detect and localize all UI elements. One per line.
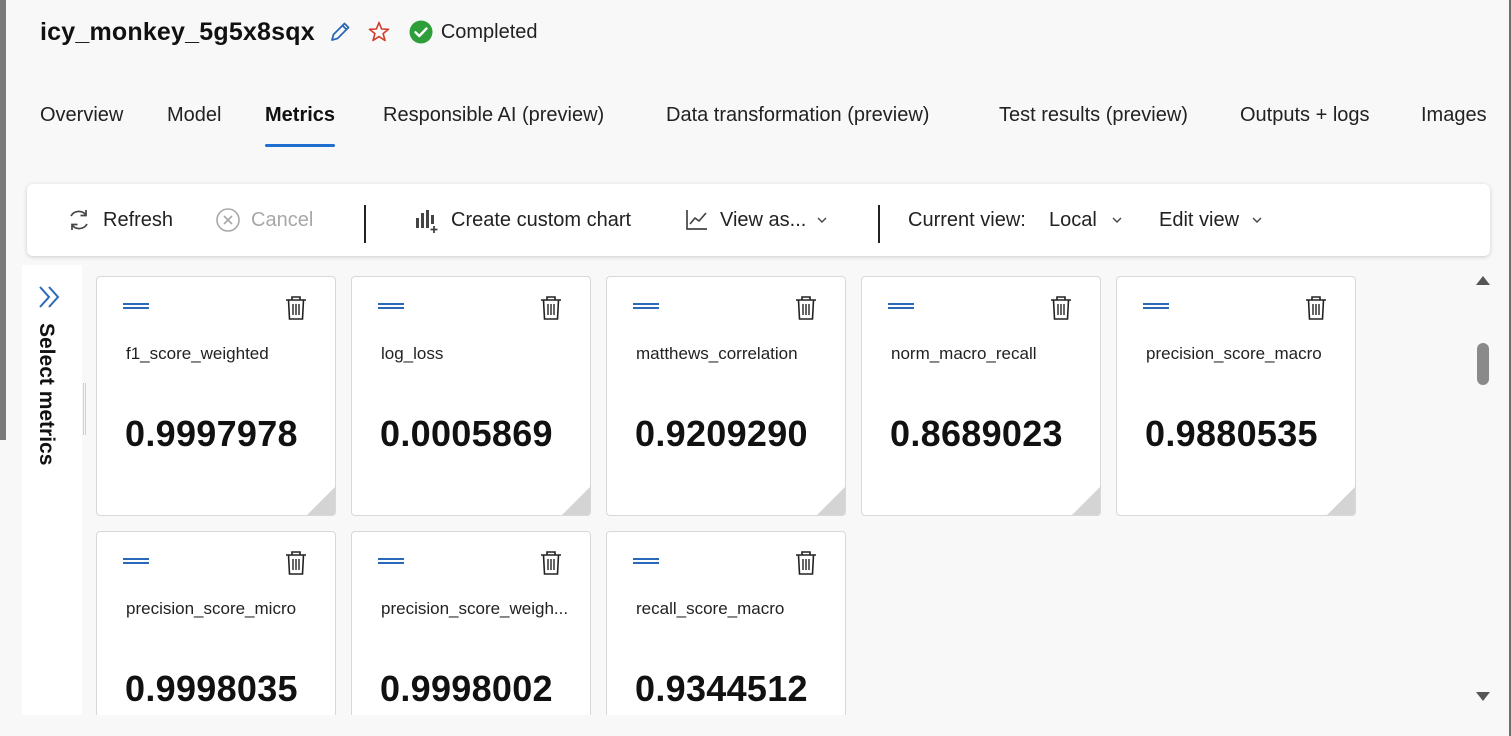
metric-card: matthews_correlation 0.9209290 [606, 276, 846, 516]
metric-value: 0.9998002 [380, 668, 553, 709]
metric-value: 0.0005869 [380, 413, 553, 454]
chevron-down-icon [816, 214, 828, 226]
tab-images[interactable]: Images [1421, 96, 1487, 148]
trash-icon[interactable] [1050, 295, 1072, 326]
metric-value: 0.9209290 [635, 413, 808, 454]
metric-value: 0.9997978 [125, 413, 298, 454]
current-view-dropdown[interactable]: Local [1049, 184, 1123, 256]
metric-card: norm_macro_recall 0.8689023 [861, 276, 1101, 516]
tab-test-results[interactable]: Test results (preview) [999, 96, 1188, 148]
current-view-label: Current view: [908, 208, 1026, 231]
trash-icon[interactable] [795, 295, 817, 326]
run-header: icy_monkey_5g5x8sqx Completed [40, 14, 538, 50]
metric-card: precision_score_macro 0.9880535 [1116, 276, 1356, 516]
refresh-label: Refresh [103, 208, 174, 231]
trash-icon[interactable] [540, 295, 562, 326]
card-resize-handle[interactable] [817, 487, 845, 515]
scrollbar-thumb[interactable] [1477, 343, 1489, 385]
trash-icon[interactable] [285, 550, 307, 581]
drag-handle-icon[interactable] [888, 303, 914, 309]
scroll-up-arrow-icon[interactable] [1475, 273, 1491, 291]
trash-icon[interactable] [1305, 295, 1327, 326]
refresh-button[interactable]: Refresh [65, 184, 173, 256]
current-view-value: Local [1049, 208, 1097, 231]
select-metrics-panel: Select metrics [22, 265, 82, 715]
drag-handle-icon[interactable] [123, 303, 149, 309]
toolbar-divider [364, 205, 366, 243]
create-custom-chart-button[interactable]: Create custom chart [413, 184, 631, 256]
tab-metrics[interactable]: Metrics [265, 96, 336, 148]
run-title: icy_monkey_5g5x8sqx [40, 17, 315, 46]
trash-icon[interactable] [540, 550, 562, 581]
double-chevron-right-icon[interactable] [36, 283, 64, 316]
select-metrics-label[interactable]: Select metrics [34, 323, 58, 465]
cancel-icon [215, 207, 241, 233]
cancel-label: Cancel [251, 208, 314, 231]
metric-card: log_loss 0.0005869 [351, 276, 591, 516]
metric-value: 0.8689023 [890, 413, 1063, 454]
metric-name: norm_macro_recall [891, 344, 1037, 363]
metric-name: precision_score_weigh... [381, 599, 569, 618]
status-text: Completed [440, 20, 538, 43]
tab-bar: Overview Model Metrics Responsible AI (p… [40, 96, 1511, 148]
tab-overview[interactable]: Overview [40, 96, 123, 148]
metric-card: f1_score_weighted 0.9997978 [96, 276, 336, 516]
check-circle-icon [409, 20, 433, 44]
pencil-icon[interactable] [327, 19, 353, 45]
drag-handle-icon[interactable] [633, 558, 659, 564]
metric-name: recall_score_macro [636, 599, 785, 618]
metric-name: matthews_correlation [636, 344, 798, 363]
create-custom-chart-label: Create custom chart [451, 208, 632, 231]
metric-value: 0.9344512 [635, 668, 808, 709]
card-resize-handle[interactable] [1072, 487, 1100, 515]
metric-card: recall_score_macro 0.9344512 [606, 531, 846, 715]
view-as-dropdown[interactable]: View as... [684, 184, 828, 256]
bar-chart-add-icon [413, 206, 441, 234]
tab-data-transformation[interactable]: Data transformation (preview) [666, 96, 929, 148]
trash-icon[interactable] [285, 295, 307, 326]
metric-value: 0.9880535 [1145, 413, 1318, 454]
drag-handle-icon[interactable] [1143, 303, 1169, 309]
metric-card: precision_score_micro 0.9998035 [96, 531, 336, 715]
line-chart-icon [684, 207, 710, 233]
metrics-toolbar: Refresh Cancel Create custom chart View … [27, 184, 1490, 256]
toolbar-divider [878, 205, 880, 243]
metric-value: 0.9998035 [125, 668, 298, 709]
card-resize-handle[interactable] [307, 487, 335, 515]
card-resize-handle[interactable] [562, 487, 590, 515]
status-badge: Completed [409, 20, 538, 44]
chevron-down-icon [1111, 214, 1123, 226]
view-as-label: View as... [720, 208, 807, 231]
scroll-down-arrow-icon[interactable] [1475, 690, 1491, 708]
window-edge-left [0, 0, 6, 440]
tab-outputs-logs[interactable]: Outputs + logs [1240, 96, 1370, 148]
drag-handle-icon[interactable] [123, 558, 149, 564]
tab-responsible-ai[interactable]: Responsible AI (preview) [383, 96, 604, 148]
chevron-down-icon [1251, 214, 1263, 226]
metric-name: log_loss [381, 344, 444, 363]
metric-name: f1_score_weighted [126, 344, 269, 363]
cancel-button[interactable]: Cancel [215, 184, 313, 256]
drag-handle-icon[interactable] [378, 303, 404, 309]
edit-view-label: Edit view [1159, 208, 1240, 231]
trash-icon[interactable] [795, 550, 817, 581]
star-icon[interactable] [367, 20, 391, 44]
card-resize-handle[interactable] [1327, 487, 1355, 515]
drag-handle-icon[interactable] [378, 558, 404, 564]
edit-view-dropdown[interactable]: Edit view [1159, 184, 1263, 256]
refresh-icon [65, 206, 93, 234]
metrics-grid: f1_score_weighted 0.9997978 log_loss 0.0… [90, 265, 1470, 715]
tab-model[interactable]: Model [167, 96, 221, 148]
drag-handle-icon[interactable] [633, 303, 659, 309]
metric-name: precision_score_micro [126, 599, 297, 618]
metric-card: precision_score_weigh... 0.9998002 [351, 531, 591, 715]
panel-resize-handle[interactable] [83, 383, 86, 435]
metric-name: precision_score_macro [1146, 344, 1322, 363]
